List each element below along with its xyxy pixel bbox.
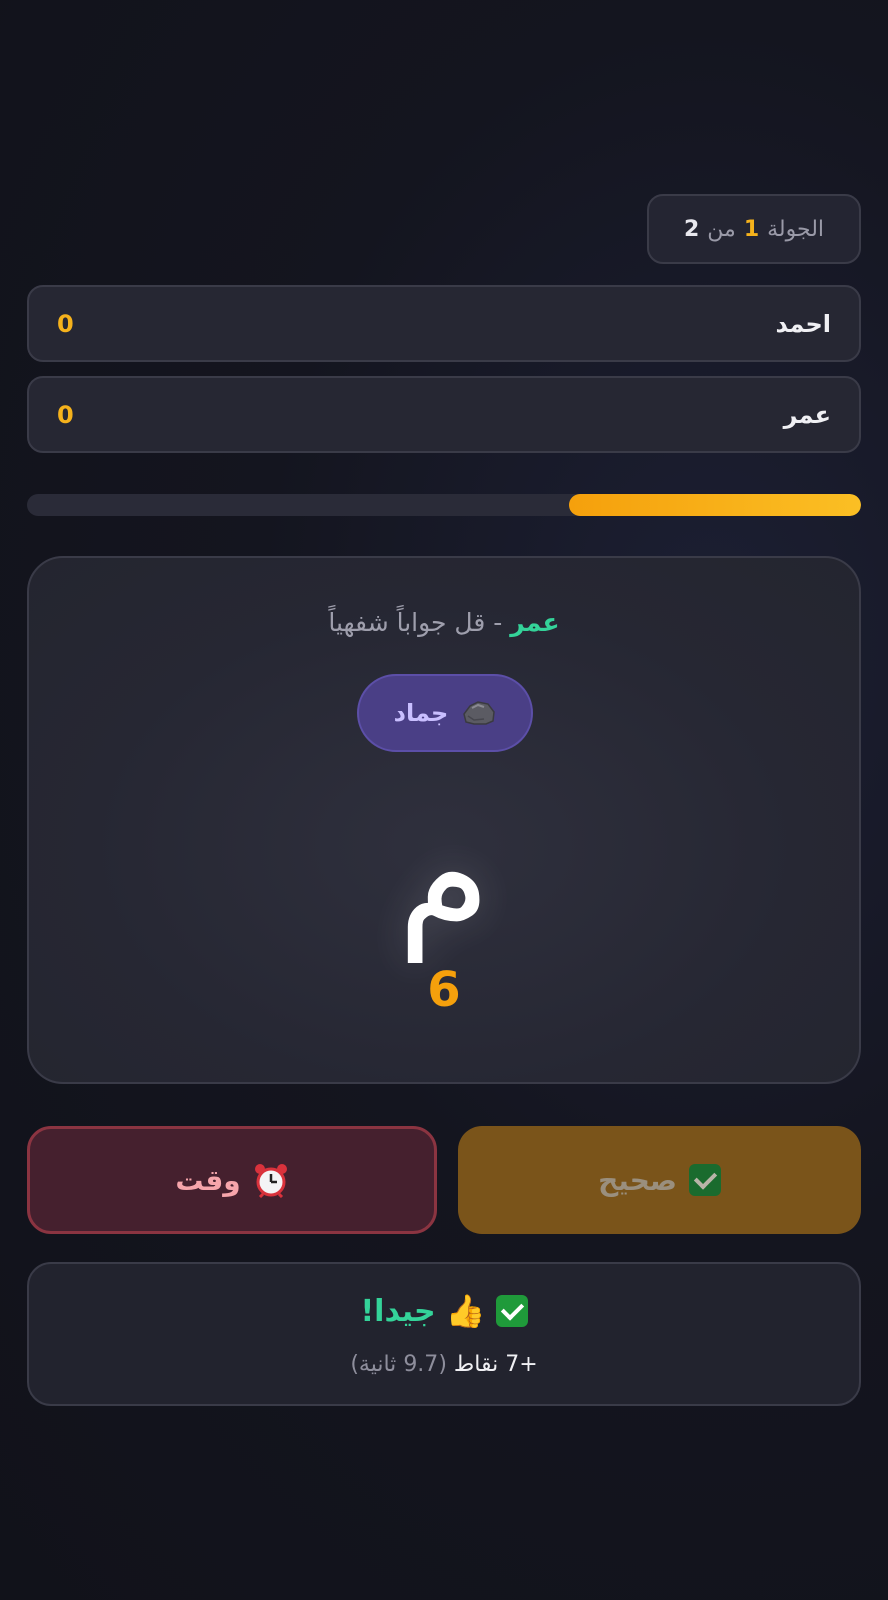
player-row-omar: عمر 0 xyxy=(27,376,861,453)
feedback-points: +7 نقاط xyxy=(453,1352,538,1377)
check-icon xyxy=(688,1164,721,1196)
turn-instruction: - قل جواباً شفهياً xyxy=(328,608,503,637)
countdown-number: 6 xyxy=(427,962,461,1018)
turn-prompt: عمر - قل جواباً شفهياً xyxy=(29,608,859,637)
correct-button-label: صحيح xyxy=(598,1163,677,1197)
timer-progress-fill xyxy=(569,494,861,516)
player-name: عمر xyxy=(783,400,831,429)
time-up-button[interactable]: وقت xyxy=(27,1126,437,1234)
player-score: 0 xyxy=(57,309,74,338)
feedback-time: (9.7 ثانية) xyxy=(350,1352,447,1377)
player-row-ahmed: احمد 0 xyxy=(27,285,861,362)
alarm-clock-icon xyxy=(254,1164,287,1198)
player-name: احمد xyxy=(775,309,831,338)
feedback-title: جيدا! xyxy=(360,1293,436,1329)
category-badge: جماد xyxy=(357,674,533,752)
feedback-details: +7 نقاط (9.7 ثانية) xyxy=(29,1352,859,1377)
round-total: 2 xyxy=(683,216,700,242)
time-button-label: وقت xyxy=(175,1163,241,1197)
question-card: عمر - قل جواباً شفهياً جماد م 6 xyxy=(27,556,861,1084)
round-label: الجولة xyxy=(767,216,825,242)
thumbs-up-icon: 👍 xyxy=(445,1292,486,1330)
player-score: 0 xyxy=(57,400,74,429)
category-label: جماد xyxy=(393,699,449,727)
round-of: من xyxy=(707,216,736,242)
feedback-title-row: 👍 جيدا! xyxy=(29,1292,859,1330)
rock-icon xyxy=(463,701,496,725)
feedback-panel: 👍 جيدا! +7 نقاط (9.7 ثانية) xyxy=(27,1262,861,1406)
correct-button[interactable]: صحيح xyxy=(458,1126,861,1234)
target-letter: م xyxy=(397,789,491,963)
round-indicator: الجولة 1 من 2 xyxy=(647,194,861,264)
current-player-name: عمر xyxy=(510,608,560,637)
timer-progress-bar xyxy=(27,494,861,516)
round-current: 1 xyxy=(743,216,760,242)
check-icon xyxy=(495,1295,528,1327)
